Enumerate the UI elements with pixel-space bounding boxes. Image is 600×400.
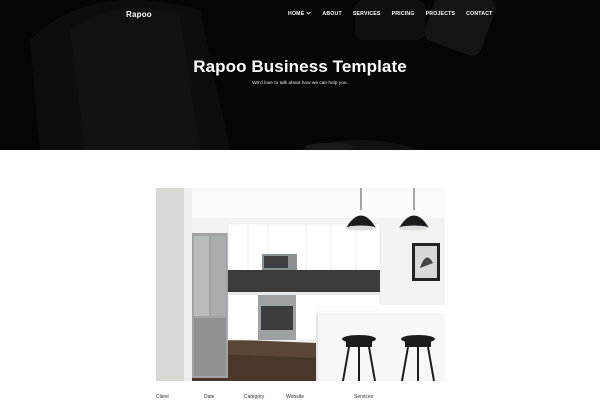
main-nav: HOME ABOUT SERVICES PRICING PROJECTS CON… <box>288 11 493 17</box>
nav-item-contact[interactable]: CONTACT <box>466 11 492 17</box>
project-photo <box>156 188 445 381</box>
hero-section: Rapoo HOME ABOUT SERVICES PRICING PROJEC… <box>0 0 600 150</box>
meta-label-services: Services <box>354 394 374 400</box>
meta-label-category: Category <box>244 394 265 400</box>
hero-subtitle: We'd love to talk about how we can help … <box>252 81 348 86</box>
meta-label-date: Date <box>204 394 215 400</box>
meta-label-client: Client <box>156 394 169 400</box>
nav-item-pricing[interactable]: PRICING <box>392 11 415 17</box>
chevron-down-icon <box>306 11 312 17</box>
meta-label-website: Website <box>286 394 304 400</box>
project-meta: Client Date Category Website Services <box>0 394 600 400</box>
nav-item-about[interactable]: ABOUT <box>322 11 341 17</box>
hero-title: Rapoo Business Template <box>193 57 407 76</box>
nav-item-services[interactable]: SERVICES <box>353 11 381 17</box>
nav-item-home[interactable]: HOME <box>288 11 312 17</box>
nav-item-home-label: HOME <box>288 11 305 17</box>
brand-logo[interactable]: Rapoo <box>126 10 152 19</box>
nav-item-projects[interactable]: PROJECTS <box>426 11 456 17</box>
